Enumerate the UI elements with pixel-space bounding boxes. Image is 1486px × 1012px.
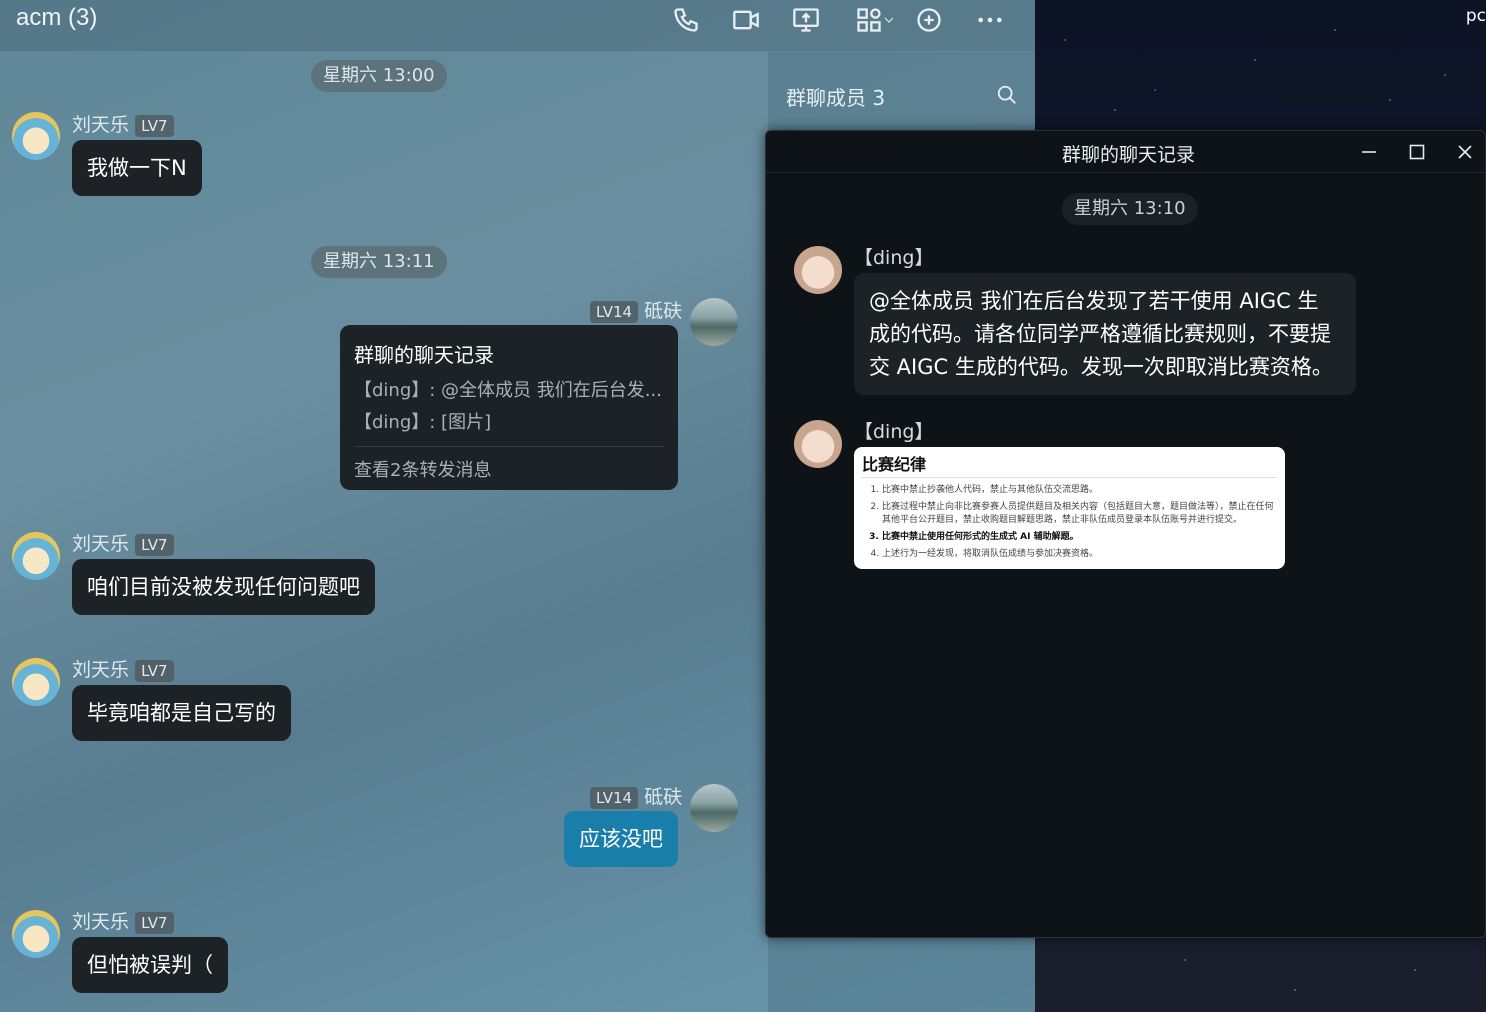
close-icon[interactable] — [1452, 139, 1478, 165]
message-bubble[interactable]: 我做一下N — [72, 140, 202, 196]
forward-preview-line: 【ding】: @全体成员 我们在后台发... — [354, 380, 662, 401]
announcement-line: @全体成员 我们在后台发现了若干使用 AIGC 生 — [869, 289, 1319, 313]
announcement-bubble[interactable]: @全体成员 我们在后台发现了若干使用 AIGC 生 成的代码。请各位同学严格遵循… — [854, 273, 1356, 395]
message-bubble[interactable]: 毕竟咱都是自己写的 — [72, 685, 291, 741]
members-title: 群聊成员 3 — [786, 86, 886, 110]
phone-icon[interactable] — [670, 4, 702, 36]
sender-name: 刘天乐 LV7 — [72, 529, 174, 556]
avatar[interactable] — [794, 420, 842, 468]
level-badge: LV7 — [135, 533, 174, 556]
add-icon[interactable] — [913, 4, 945, 36]
avatar[interactable] — [12, 910, 60, 958]
sender-label: 刘天乐 — [72, 533, 130, 555]
level-badge: LV14 — [590, 786, 639, 809]
chevron-down-icon — [884, 17, 894, 23]
popup-titlebar: 群聊的聊天记录 — [766, 131, 1485, 173]
level-badge: LV7 — [135, 114, 174, 137]
forwarded-chat-card[interactable]: 群聊的聊天记录 【ding】: @全体成员 我们在后台发... 【ding】: … — [340, 325, 678, 490]
forward-title: 群聊的聊天记录 — [354, 343, 494, 367]
search-icon[interactable] — [996, 84, 1020, 108]
chat-title: acm (3) — [16, 4, 98, 31]
forward-preview-line: 【ding】: [图片] — [354, 412, 492, 433]
level-badge: LV7 — [135, 911, 174, 934]
sender-name: LV14 砥砆 — [590, 782, 682, 809]
rule-item: 比赛过程中禁止向非比赛参赛人员提供题目及相关内容（包括题目大意，题目做法等），禁… — [882, 501, 1277, 527]
sender-label: 刘天乐 — [72, 114, 130, 136]
avatar[interactable] — [12, 532, 60, 580]
rules-list: 比赛中禁止抄袭他人代码，禁止与其他队伍交流思路。 比赛过程中禁止向非比赛参赛人员… — [862, 484, 1277, 561]
chat-titlebar: acm (3) — [0, 0, 1035, 52]
rules-heading: 比赛纪律 — [862, 451, 1277, 478]
video-icon[interactable] — [730, 4, 762, 36]
sender-name: 刘天乐 LV7 — [72, 907, 174, 934]
announcement-line: 成的代码。请各位同学严格遵循比赛规则，不要提 — [869, 322, 1331, 346]
rule-item: 比赛中禁止使用任何形式的生成式 AI 辅助解题。 — [882, 531, 1277, 544]
sender-name: 【ding】 — [854, 421, 934, 443]
timestamp: 星期六 13:00 — [311, 60, 447, 92]
timestamp: 星期六 13:10 — [1062, 193, 1198, 225]
level-badge: LV14 — [590, 300, 639, 323]
popup-title: 群聊的聊天记录 — [1062, 144, 1196, 166]
message-list[interactable]: 星期六 13:00 刘天乐 LV7 我做一下N 星期六 13:11 LV14 砥… — [0, 52, 768, 1012]
sender-label: 刘天乐 — [72, 659, 130, 681]
sender-name: 【ding】 — [854, 247, 934, 269]
avatar[interactable] — [12, 112, 60, 160]
apps-icon[interactable] — [850, 4, 900, 36]
avatar[interactable] — [690, 298, 738, 346]
sender-label: 砥砆 — [644, 786, 683, 808]
minimize-icon[interactable] — [1356, 139, 1382, 165]
sender-name: 刘天乐 LV7 — [72, 655, 174, 682]
rules-image[interactable]: 比赛纪律 比赛中禁止抄袭他人代码，禁止与其他队伍交流思路。 比赛过程中禁止向非比… — [854, 447, 1285, 569]
message-bubble[interactable]: 但怕被误判（ — [72, 937, 228, 993]
sender-name: 刘天乐 LV7 — [72, 110, 174, 137]
sender-label: 刘天乐 — [72, 911, 130, 933]
sender-label: 砥砆 — [644, 300, 683, 322]
maximize-icon[interactable] — [1404, 139, 1430, 165]
message-bubble[interactable]: 应该没吧 — [564, 811, 678, 867]
forward-footer: 查看2条转发消息 — [354, 460, 492, 481]
chat-history-window: 群聊的聊天记录 星期六 13:10 【ding】 @全体成员 我们在后台发现了若… — [765, 130, 1486, 938]
announcement-line: 交 AIGC 生成的代码。发现一次即取消比赛资格。 — [869, 355, 1333, 379]
timestamp: 星期六 13:11 — [311, 246, 447, 278]
level-badge: LV7 — [135, 659, 174, 682]
message-bubble[interactable]: 咱们目前没被发现任何问题吧 — [72, 559, 375, 615]
rule-item: 比赛中禁止抄袭他人代码，禁止与其他队伍交流思路。 — [882, 484, 1277, 497]
avatar[interactable] — [794, 246, 842, 294]
avatar[interactable] — [690, 784, 738, 832]
avatar[interactable] — [12, 658, 60, 706]
screen-share-icon[interactable] — [790, 4, 822, 36]
more-icon[interactable] — [972, 4, 1008, 36]
sender-name: LV14 砥砆 — [590, 296, 682, 323]
rule-item: 上述行为一经发现，将取消队伍成绩与参加决赛资格。 — [882, 548, 1277, 561]
desktop-label: pc — [1465, 6, 1486, 26]
